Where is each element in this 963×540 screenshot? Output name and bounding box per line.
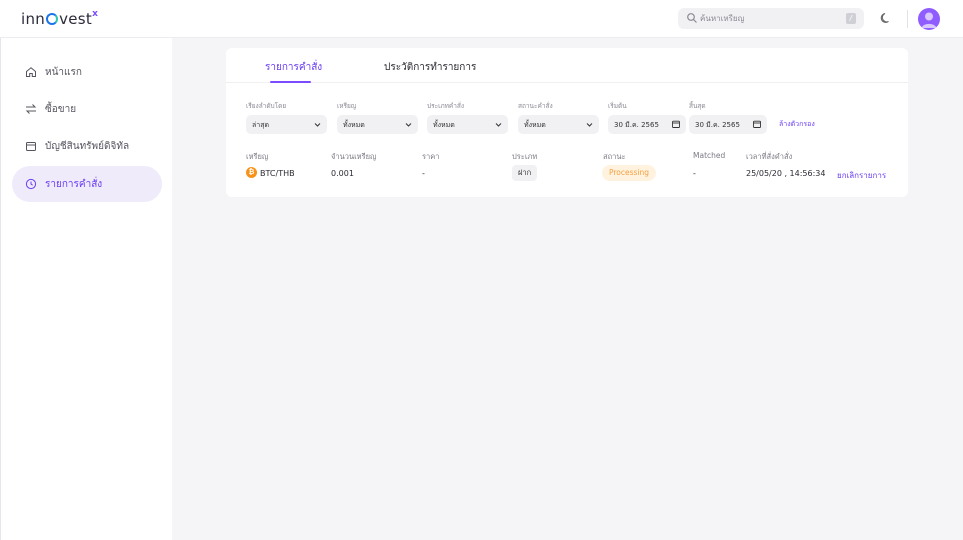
row-time: 25/05/20 , 14:56:34 bbox=[746, 169, 826, 178]
header-divider bbox=[907, 10, 908, 28]
search-icon bbox=[687, 13, 697, 23]
wallet-icon bbox=[26, 142, 36, 151]
select-value: ทั้งหมด bbox=[524, 121, 546, 129]
column-header-matched: Matched bbox=[693, 151, 726, 160]
logo[interactable]: inn vestx bbox=[21, 9, 99, 28]
filter-label: เหรียญ bbox=[337, 102, 357, 110]
filter-order-type: ประเภทคำสั่ง ทั้งหมด bbox=[427, 101, 508, 134]
filter-label: เรียงลำดับโดย bbox=[246, 102, 287, 110]
column-header-type: ประเภท bbox=[512, 152, 538, 161]
tab-orders[interactable]: รายการคำสั่ง bbox=[265, 60, 322, 75]
filter-label: สถานะคำสั่ง bbox=[518, 102, 553, 110]
calendar-icon bbox=[672, 120, 680, 128]
chevron-down-icon bbox=[495, 123, 502, 127]
column-header-price: ราคา bbox=[422, 152, 440, 161]
logo-text-2: vest bbox=[59, 10, 93, 28]
logo-text: inn bbox=[21, 10, 46, 28]
sidebar-item-home[interactable]: หน้าแรก bbox=[12, 54, 162, 90]
clear-filters-link[interactable]: ล้างตัวกรอง bbox=[779, 119, 815, 130]
tab-underline bbox=[270, 81, 311, 83]
search-shortcut: / bbox=[846, 13, 856, 24]
sidebar-item-label: บัญชีสินทรัพย์ดิจิทัล bbox=[45, 140, 130, 152]
chevron-down-icon bbox=[405, 123, 412, 127]
bitcoin-icon: ₿ bbox=[246, 167, 257, 178]
date-value: 30 มี.ค. 2565 bbox=[695, 121, 740, 129]
row-coin: BTC/THB bbox=[260, 169, 295, 178]
status-badge: Processing bbox=[602, 165, 657, 181]
avatar[interactable] bbox=[918, 8, 940, 30]
sidebar: หน้าแรก ซื้อขาย บัญชีสินทรัพย์ดิจิทัล รา… bbox=[0, 38, 172, 540]
column-header-amount: จำนวนเหรียญ bbox=[331, 152, 377, 161]
row-price: - bbox=[422, 169, 425, 178]
filter-label: ประเภทคำสั่ง bbox=[427, 102, 465, 110]
filter-coin: เหรียญ ทั้งหมด bbox=[337, 101, 418, 134]
dark-mode-toggle-icon[interactable] bbox=[879, 11, 893, 25]
search-input[interactable] bbox=[700, 11, 840, 26]
sidebar-item-orders[interactable]: รายการคำสั่ง bbox=[12, 166, 162, 202]
swap-icon bbox=[25, 104, 37, 114]
cancel-order-link[interactable]: ยกเลิกรายการ bbox=[837, 169, 886, 182]
logo-mark-icon bbox=[46, 13, 59, 25]
filter-sort: เรียงลำดับโดย ล่าสุด bbox=[246, 101, 327, 134]
logo-sup: x bbox=[92, 9, 99, 19]
search-box[interactable]: / bbox=[678, 8, 864, 29]
filter-label: เริ่มต้น bbox=[608, 102, 627, 110]
sort-select[interactable]: ล่าสุด bbox=[246, 115, 327, 134]
date-value: 30 มี.ค. 2565 bbox=[614, 121, 659, 129]
tabs: รายการคำสั่ง ประวัติการทำรายการ bbox=[226, 48, 908, 83]
filter-start-date: เริ่มต้น 30 มี.ค. 2565 bbox=[608, 101, 686, 134]
sidebar-item-label: รายการคำสั่ง bbox=[45, 178, 103, 190]
filter-order-status: สถานะคำสั่ง ทั้งหมด bbox=[518, 101, 599, 134]
chevron-down-icon bbox=[314, 123, 321, 127]
filter-end-date: สิ้นสุด 30 มี.ค. 2565 bbox=[689, 101, 767, 134]
user-icon bbox=[921, 12, 937, 28]
end-date-picker[interactable]: 30 มี.ค. 2565 bbox=[689, 115, 767, 134]
orders-card: รายการคำสั่ง ประวัติการทำรายการ เรียงลำด… bbox=[226, 48, 908, 197]
clock-icon bbox=[25, 178, 37, 190]
tab-history[interactable]: ประวัติการทำรายการ bbox=[384, 60, 476, 75]
chevron-down-icon bbox=[586, 123, 593, 127]
calendar-icon bbox=[753, 120, 761, 128]
select-value: ทั้งหมด bbox=[433, 121, 455, 129]
sidebar-item-label: ซื้อขาย bbox=[45, 103, 77, 115]
filter-label: สิ้นสุด bbox=[689, 102, 706, 110]
top-bar: innvestx / bbox=[0, 0, 963, 38]
row-type-badge: ฝาก bbox=[512, 165, 538, 181]
order-status-select[interactable]: ทั้งหมด bbox=[518, 115, 599, 134]
sidebar-item-label: หน้าแรก bbox=[45, 66, 82, 78]
select-value: ทั้งหมด bbox=[343, 121, 365, 129]
row-matched: - bbox=[693, 169, 696, 178]
select-value: ล่าสุด bbox=[252, 121, 270, 129]
row-amount: 0.001 bbox=[331, 169, 354, 178]
start-date-picker[interactable]: 30 มี.ค. 2565 bbox=[608, 115, 686, 134]
order-type-select[interactable]: ทั้งหมด bbox=[427, 115, 508, 134]
column-header-coin: เหรียญ bbox=[246, 152, 269, 161]
column-header-status: สถานะ bbox=[603, 152, 626, 161]
sidebar-item-wallet[interactable]: บัญชีสินทรัพย์ดิจิทัล bbox=[12, 128, 162, 164]
column-header-time: เวลาที่สั่งคำสั่ง bbox=[746, 152, 793, 161]
home-icon bbox=[26, 67, 36, 77]
coin-select[interactable]: ทั้งหมด bbox=[337, 115, 418, 134]
sidebar-item-trade[interactable]: ซื้อขาย bbox=[12, 91, 162, 127]
